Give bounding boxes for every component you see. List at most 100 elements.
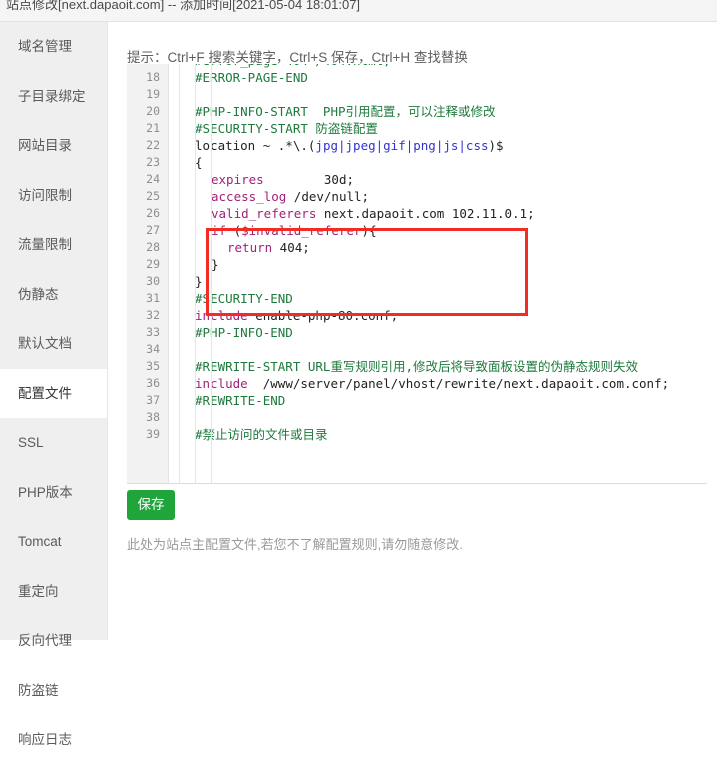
line-number: 20 — [146, 104, 160, 118]
line-number: 24 — [146, 172, 160, 186]
line-number: 28 — [146, 240, 160, 254]
code-token: )$ — [488, 138, 504, 153]
sidebar-item-3[interactable]: 访问限制 — [0, 171, 107, 221]
line-number: 37 — [146, 393, 160, 407]
line-number: 19 — [146, 87, 160, 101]
code-token: #PHP-INFO-END — [195, 325, 293, 340]
code-token: include — [195, 308, 248, 323]
line-number: 38 — [146, 410, 160, 424]
config-file-editor[interactable]: 1718192021222324252627282930313233343536… — [127, 64, 707, 484]
code-line[interactable]: location ~ .*\.(jpg|jpeg|gif|png|js|css)… — [179, 137, 504, 154]
sidebar-item-0[interactable]: 域名管理 — [0, 22, 107, 72]
code-line[interactable]: #SECURITY-START 防盗链配置 — [179, 120, 378, 137]
code-token: /dev/null; — [286, 189, 370, 204]
editor-warning-note: 此处为站点主配置文件,若您不了解配置规则,请勿随意修改. — [127, 537, 463, 552]
line-number: 21 — [146, 121, 160, 135]
sidebar-item-label: 伪静态 — [18, 286, 59, 302]
code-line[interactable]: #SECURITY-END — [179, 290, 293, 307]
save-button[interactable]: 保存 — [127, 490, 175, 520]
window-title: 站点修改[next.dapaoit.com] -- 添加时间[2021-05-0… — [6, 0, 361, 12]
code-line[interactable]: access_log /dev/null; — [179, 188, 369, 205]
line-number: 18 — [146, 70, 160, 84]
line-number: 31 — [146, 291, 160, 305]
sidebar-item-label: 防盗链 — [18, 682, 59, 698]
code-line[interactable]: #PHP-INFO-END — [179, 324, 293, 341]
window-title-bar: 站点修改[next.dapaoit.com] -- 添加时间[2021-05-0… — [0, 0, 717, 22]
sidebar-item-11[interactable]: 重定向 — [0, 567, 107, 617]
code-token: expires — [211, 172, 264, 187]
code-token: #error_page 404 /404.html; — [195, 64, 391, 68]
sidebar-item-label: 反向代理 — [18, 633, 72, 648]
code-token: $invalid_referer — [241, 223, 362, 238]
shortcut-hint: 提示：Ctrl+F 搜索关键字，Ctrl+S 保存，Ctrl+H 查找替换 — [127, 50, 468, 65]
code-token: include — [195, 376, 248, 391]
line-number: 32 — [146, 308, 160, 322]
sidebar-item-12[interactable]: 反向代理 — [0, 616, 107, 666]
sidebar-item-4[interactable]: 流量限制 — [0, 220, 107, 270]
code-line[interactable]: #ERROR-PAGE-END — [179, 69, 308, 86]
sidebar-nav: 域名管理子目录绑定网站目录访问限制流量限制伪静态默认文档配置文件 SSL PHP版本… — [0, 22, 108, 747]
line-number: 29 — [146, 257, 160, 271]
sidebar-item-10[interactable]: Tomcat — [0, 517, 107, 567]
sidebar-item-label: 网站目录 — [18, 138, 72, 153]
code-token: 404; — [272, 240, 310, 255]
sidebar-item-2[interactable]: 网站目录 — [0, 121, 107, 171]
sidebar-item-14[interactable]: 响应日志 — [0, 715, 107, 765]
sidebar-item-label: 子目录绑定 — [18, 88, 86, 104]
code-token: } — [211, 257, 219, 272]
line-number: 35 — [146, 359, 160, 373]
sidebar-item-label: PHP版本 — [18, 484, 73, 500]
code-line[interactable]: return 404; — [179, 239, 310, 256]
line-number: 25 — [146, 189, 160, 203]
sidebar-item-label: 默认文档 — [18, 336, 72, 351]
line-number: 39 — [146, 427, 160, 441]
sidebar-item-6[interactable]: 默认文档 — [0, 319, 107, 369]
code-token: enable-php-80.conf; — [247, 308, 399, 323]
code-token: ){ — [361, 223, 377, 238]
code-token: jpg|jpeg|gif|png|js|css — [315, 138, 489, 153]
code-token: location ~ .*\.( — [195, 138, 316, 153]
indent-guide-1 — [195, 64, 196, 484]
sidebar-item-label: 访问限制 — [18, 187, 72, 203]
code-token: return — [227, 240, 273, 255]
line-number: 27 — [146, 223, 160, 237]
code-token: #REWRITE-START URL重写规则引用,修改后将导致面板设置的伪静态规… — [195, 359, 638, 374]
line-number: 26 — [146, 206, 160, 220]
sidebar-item-label: Tomcat — [18, 534, 62, 549]
code-token: #PHP-INFO-START PHP引用配置，可以注释或修改 — [195, 104, 496, 119]
code-line[interactable]: valid_referers next.dapaoit.com 102.11.0… — [179, 205, 535, 222]
sidebar-item-8[interactable]: SSL — [0, 418, 107, 468]
code-token: /www/server/panel/vhost/rewrite/next.dap… — [247, 376, 670, 391]
code-token: access_log — [211, 189, 287, 204]
code-line[interactable]: { — [179, 154, 203, 171]
main-panel: 提示：Ctrl+F 搜索关键字，Ctrl+S 保存，Ctrl+H 查找替换 17… — [109, 22, 717, 640]
sidebar-item-5[interactable]: 伪静态 — [0, 270, 107, 320]
sidebar-item-label: SSL — [18, 435, 44, 450]
code-line[interactable]: } — [179, 273, 203, 290]
code-line[interactable]: #禁止访问的文件或目录 — [179, 426, 328, 443]
code-token: { — [195, 155, 203, 170]
code-line[interactable]: #PHP-INFO-START PHP引用配置，可以注释或修改 — [179, 103, 496, 120]
sidebar-item-label: 配置文件 — [18, 385, 72, 401]
sidebar-item-1[interactable]: 子目录绑定 — [0, 72, 107, 122]
code-token: next.dapaoit.com 102.11.0.1; — [316, 206, 535, 221]
sidebar-item-7[interactable]: 配置文件 — [0, 368, 107, 418]
line-number: 36 — [146, 376, 160, 390]
code-line[interactable]: expires 30d; — [179, 171, 354, 188]
editor-gutter-divider — [168, 64, 169, 484]
editor-line-number-gutter: 1718192021222324252627282930313233343536… — [127, 64, 168, 484]
sidebar-item-13[interactable]: 防盗链 — [0, 666, 107, 716]
code-token: ( — [226, 223, 242, 238]
line-number: 30 — [146, 274, 160, 288]
indent-guide-0 — [179, 64, 180, 484]
code-line[interactable]: } — [179, 256, 219, 273]
code-line[interactable]: include /www/server/panel/vhost/rewrite/… — [179, 375, 669, 392]
code-line[interactable]: if ($invalid_referer){ — [179, 222, 377, 239]
code-token: if — [211, 223, 227, 238]
sidebar-item-label: 域名管理 — [18, 39, 72, 54]
sidebar-item-9[interactable]: PHP版本 — [0, 468, 107, 518]
line-number: 22 — [146, 138, 160, 152]
indent-guide-2 — [211, 64, 212, 484]
line-number: 23 — [146, 155, 160, 169]
code-line[interactable]: #REWRITE-START URL重写规则引用,修改后将导致面板设置的伪静态规… — [179, 358, 638, 375]
